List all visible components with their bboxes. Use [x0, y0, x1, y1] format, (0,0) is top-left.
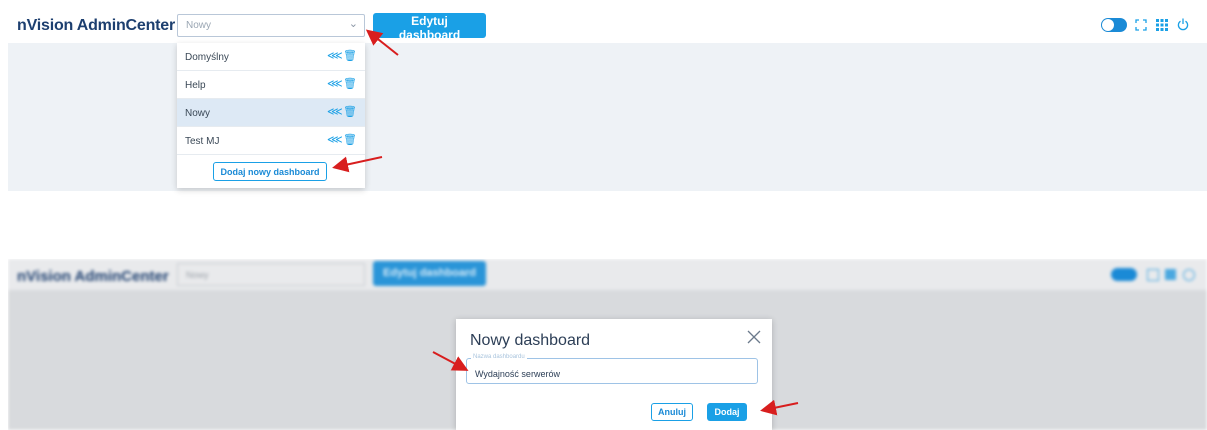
dropdown-item-label: Help: [185, 80, 206, 91]
share-icon[interactable]: ⋘: [327, 134, 343, 146]
header-icons: [1111, 268, 1195, 282]
power-icon[interactable]: [1177, 18, 1189, 31]
app-logo: nVision AdminCenter: [17, 17, 175, 34]
dropdown-item-label: Test MJ: [185, 136, 220, 147]
trash-icon[interactable]: 🗑: [343, 134, 357, 146]
dropdown-item-domyslny[interactable]: Domyślny ⋘ 🗑: [177, 43, 365, 71]
header-icons: [1101, 16, 1189, 34]
share-icon[interactable]: ⋘: [327, 106, 343, 118]
share-icon[interactable]: ⋘: [327, 78, 343, 90]
add-button[interactable]: Dodaj: [707, 403, 747, 421]
dashboard-name-label: Nazwa dashboardu: [471, 354, 527, 360]
chevron-down-icon: ⌄: [348, 18, 358, 30]
dashboard-select-value: Nowy: [186, 20, 212, 31]
edit-dashboard-button[interactable]: Edytuj dashboard: [373, 13, 486, 42]
edit-dashboard-button: Edytuj dashboard: [373, 261, 486, 286]
fullscreen-icon[interactable]: [1135, 19, 1147, 31]
trash-icon[interactable]: 🗑: [343, 106, 357, 118]
trash-icon[interactable]: 🗑: [343, 50, 357, 62]
dashboard-select: Nowy: [177, 263, 365, 286]
panel-new-dashboard-modal: nVision AdminCenter Nowy Edytuj dashboar…: [8, 259, 1207, 430]
add-new-dashboard-button[interactable]: Dodaj nowy dashboard: [213, 162, 327, 181]
apps-grid-icon[interactable]: [1156, 19, 1168, 31]
app-logo: nVision AdminCenter: [17, 268, 169, 285]
theme-toggle-icon[interactable]: [1101, 18, 1127, 32]
cancel-button[interactable]: Anuluj: [651, 403, 693, 421]
dropdown-item-label: Domyślny: [185, 52, 229, 63]
share-icon[interactable]: ⋘: [327, 50, 343, 62]
dropdown-item-nowy[interactable]: Nowy ⋘ 🗑: [177, 99, 365, 127]
new-dashboard-modal: Nowy dashboard Nazwa dashboardu Wydajnoś…: [456, 319, 772, 430]
dashboard-select[interactable]: Nowy ⌄: [177, 14, 365, 37]
modal-title: Nowy dashboard: [470, 332, 591, 349]
close-icon[interactable]: [746, 329, 762, 345]
dashboard-dropdown: Domyślny ⋘ 🗑 Help ⋘ 🗑 Nowy ⋘ 🗑 Test MJ ⋘…: [177, 43, 365, 188]
dropdown-item-test-mj[interactable]: Test MJ ⋘ 🗑: [177, 127, 365, 155]
panel-dropdown-open: nVision AdminCenter Nowy ⌄ Edytuj dashbo…: [0, 0, 1207, 192]
dashboard-name-input[interactable]: Wydajność serwerów: [475, 369, 560, 379]
trash-icon[interactable]: 🗑: [343, 78, 357, 90]
dashboard-select-value: Nowy: [186, 270, 209, 280]
dropdown-item-label: Nowy: [185, 108, 211, 119]
dropdown-item-help[interactable]: Help ⋘ 🗑: [177, 71, 365, 99]
